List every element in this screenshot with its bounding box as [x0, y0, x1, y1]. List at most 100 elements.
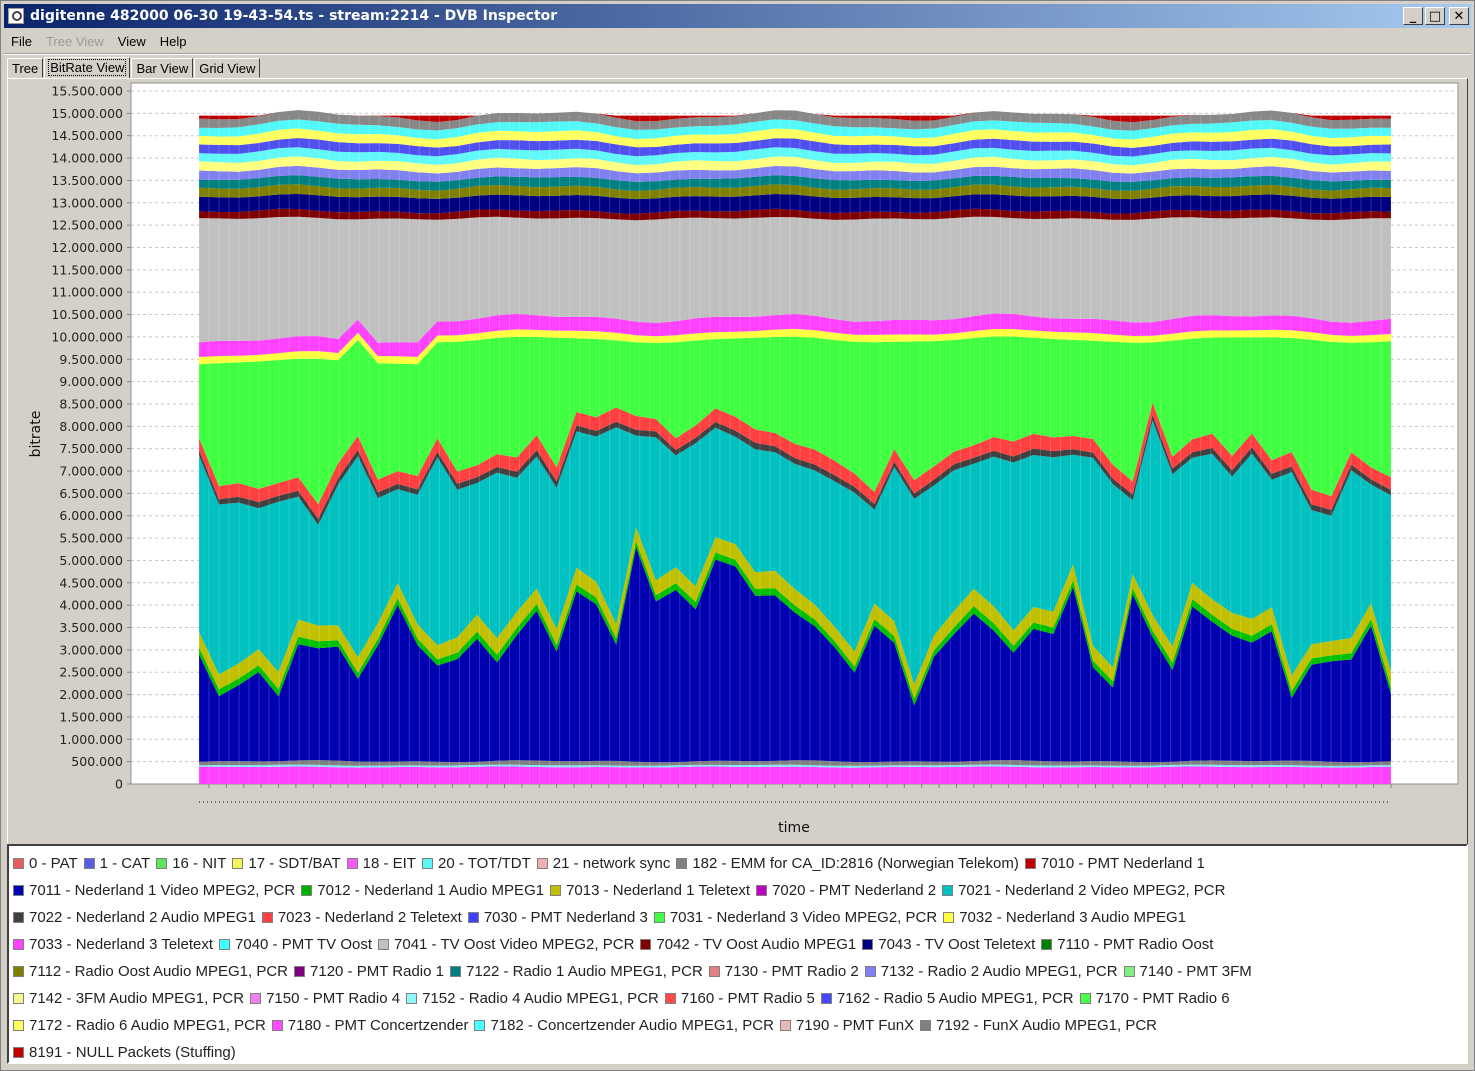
legend-label: 7023 - Nederland 2 Teletext: [277, 909, 462, 926]
legend-item: 7152 - Radio 4 Audio MPEG1, PCR: [406, 990, 659, 1007]
legend-item: 7180 - PMT Concertzender: [271, 1017, 469, 1034]
legend-swatch: [13, 966, 24, 977]
legend-label: 0 - PAT: [29, 855, 78, 872]
legend-swatch: [294, 966, 306, 977]
y-tick-label: 3.500.000: [59, 620, 123, 635]
legend-swatch: [550, 885, 562, 896]
legend-label: 16 - NIT: [172, 855, 227, 872]
legend-swatch: [271, 1020, 283, 1031]
legend-swatch: [864, 966, 876, 977]
legend-swatch: [13, 885, 24, 896]
legend-label: 7042 - TV Oost Audio MPEG1: [656, 936, 857, 953]
bitrate-chart: 0 500.000 1.000.000 1.500.000 2.000.000 2.500…: [28, 82, 1459, 836]
legend-item: 17 - SDT/BAT: [232, 855, 341, 872]
legend-item: 7190 - PMT FunX: [779, 1017, 915, 1034]
legend-swatch: [13, 993, 24, 1004]
legend-item: 7132 - Radio 2 Audio MPEG1, PCR: [864, 963, 1118, 980]
y-tick-label: 9.000.000: [59, 374, 123, 389]
legend-item: 20 - TOT/TDT: [421, 855, 531, 872]
legend-label: 7110 - PMT Radio Oost: [1057, 936, 1214, 953]
y-tick-label: 1.000.000: [59, 732, 123, 747]
legend-item: 7140 - PMT 3FM: [1123, 963, 1252, 980]
legend-item: 7160 - PMT Radio 5: [664, 990, 815, 1007]
legend-item: 7170 - PMT Radio 6: [1079, 990, 1230, 1007]
legend-label: 20 - TOT/TDT: [437, 855, 531, 872]
legend-item: 7031 - Nederland 3 Video MPEG2, PCR: [653, 909, 937, 926]
legend-swatch: [219, 939, 231, 950]
legend-swatch: [346, 858, 358, 869]
y-tick-label: 2.500.000: [59, 665, 123, 680]
legend-swatch: [1041, 939, 1053, 950]
legend-label: 7160 - PMT Radio 5: [680, 990, 815, 1007]
legend-swatch: [13, 858, 24, 869]
legend-label: 7030 - PMT Nederland 3: [483, 909, 648, 926]
legend-swatch: [13, 912, 24, 923]
legend-label: 18 - EIT: [362, 855, 416, 872]
y-tick-label: 12.500.000: [51, 218, 123, 233]
legend-row: 7142 - 3FM Audio MPEG1, PCR 7150 - PMT Ra…: [13, 985, 1462, 1012]
legend-label: 7192 - FunX Audio MPEG1, PCR: [936, 1017, 1158, 1034]
legend-swatch: [467, 912, 479, 923]
legend-item: 7182 - Concertzender Audio MPEG1, PCR: [474, 1017, 774, 1034]
legend-item: 7192 - FunX Audio MPEG1, PCR: [920, 1017, 1157, 1034]
legend-swatch: [653, 912, 665, 923]
y-tick-label: 5.500.000: [59, 531, 123, 546]
x-axis-title: time: [778, 820, 810, 836]
legend-swatch: [943, 912, 955, 923]
legend-label: 7043 - TV Oost Teletext: [878, 936, 1036, 953]
y-tick-label: 14.000.000: [51, 151, 123, 166]
legend-item: 7150 - PMT Radio 4: [250, 990, 400, 1007]
legend-item: 18 - EIT: [346, 855, 416, 872]
legend-item: 7043 - TV Oost Teletext: [862, 936, 1035, 953]
legend-swatch: [676, 858, 688, 869]
legend-label: 7190 - PMT FunX: [795, 1017, 915, 1034]
legend-swatch: [664, 993, 676, 1004]
legend-item: 1 - CAT: [83, 855, 150, 872]
legend-item: 7142 - 3FM Audio MPEG1, PCR: [13, 990, 244, 1007]
legend-item: 7020 - PMT Nederland 2: [756, 882, 936, 899]
legend-label: 7120 - PMT Radio 1: [310, 963, 444, 980]
legend-label: 7020 - PMT Nederland 2: [772, 882, 937, 899]
legend-swatch: [301, 885, 313, 896]
legend-swatch: [378, 939, 390, 950]
legend-label: 7041 - TV Oost Video MPEG2, PCR: [394, 936, 635, 953]
y-tick-label: 6.500.000: [59, 486, 123, 501]
y-tick-label: 4.000.000: [59, 598, 123, 613]
legend-swatch: [13, 1047, 24, 1058]
legend-row: 7172 - Radio 6 Audio MPEG1, PCR 7180 - PM…: [13, 1012, 1462, 1039]
y-tick-label: 6.000.000: [59, 508, 123, 523]
legend-item: 7120 - PMT Radio 1: [294, 963, 444, 980]
legend-swatch: [920, 1020, 932, 1031]
legend-item: 7013 - Nederland 1 Teletext: [550, 882, 750, 899]
y-tick-label: 11.500.000: [51, 262, 123, 277]
legend-item: 7162 - Radio 5 Audio MPEG1, PCR: [820, 990, 1074, 1007]
legend-item: 7030 - PMT Nederland 3: [467, 909, 648, 926]
legend-row: 0 - PAT 1 - CAT 16 - NIT 17 - SDT/BAT 18 - E…: [13, 850, 1462, 877]
legend-item: 7012 - Nederland 1 Audio MPEG1: [301, 882, 544, 899]
legend-label: 7032 - Nederland 3 Audio MPEG1: [959, 909, 1186, 926]
legend-label: 17 - SDT/BAT: [248, 855, 341, 872]
legend-item: 7041 - TV Oost Video MPEG2, PCR: [378, 936, 634, 953]
legend-label: 7013 - Nederland 1 Teletext: [566, 882, 751, 899]
legend-label: 7021 - Nederland 2 Video MPEG2, PCR: [958, 882, 1226, 899]
legend-swatch: [640, 939, 652, 950]
app-window: digitenne 482000 06-30 19-43-54.ts - str…: [0, 0, 1475, 1071]
legend-label: 7033 - Nederland 3 Teletext: [29, 936, 214, 953]
legend-item: 7033 - Nederland 3 Teletext: [13, 936, 213, 953]
chart-legend: 0 - PAT 1 - CAT 16 - NIT 17 - SDT/BAT 18 - E…: [7, 844, 1468, 1064]
legend-label: 7172 - Radio 6 Audio MPEG1, PCR: [29, 1017, 266, 1034]
legend-label: 7180 - PMT Concertzender: [287, 1017, 469, 1034]
legend-item: 182 - EMM for CA_ID:2816 (Norwegian Tele…: [676, 855, 1019, 872]
legend-item: 7172 - Radio 6 Audio MPEG1, PCR: [13, 1017, 266, 1034]
legend-swatch: [1024, 858, 1036, 869]
y-tick-label: 15.000.000: [51, 106, 123, 121]
legend-label: 7040 - PMT TV Oost: [235, 936, 373, 953]
legend-label: 7152 - Radio 4 Audio MPEG1, PCR: [422, 990, 659, 1007]
legend-item: 7021 - Nederland 2 Video MPEG2, PCR: [942, 882, 1225, 899]
legend-label: 21 - network sync: [552, 855, 671, 872]
legend-row: 7112 - Radio Oost Audio MPEG1, PCR 7120 -…: [13, 958, 1462, 985]
legend-label: 7142 - 3FM Audio MPEG1, PCR: [29, 990, 245, 1007]
legend-row: 8191 - NULL Packets (Stuffing): [13, 1039, 1462, 1066]
y-tick-label: 15.500.000: [51, 84, 123, 99]
y-tick-label: 0: [115, 777, 123, 792]
